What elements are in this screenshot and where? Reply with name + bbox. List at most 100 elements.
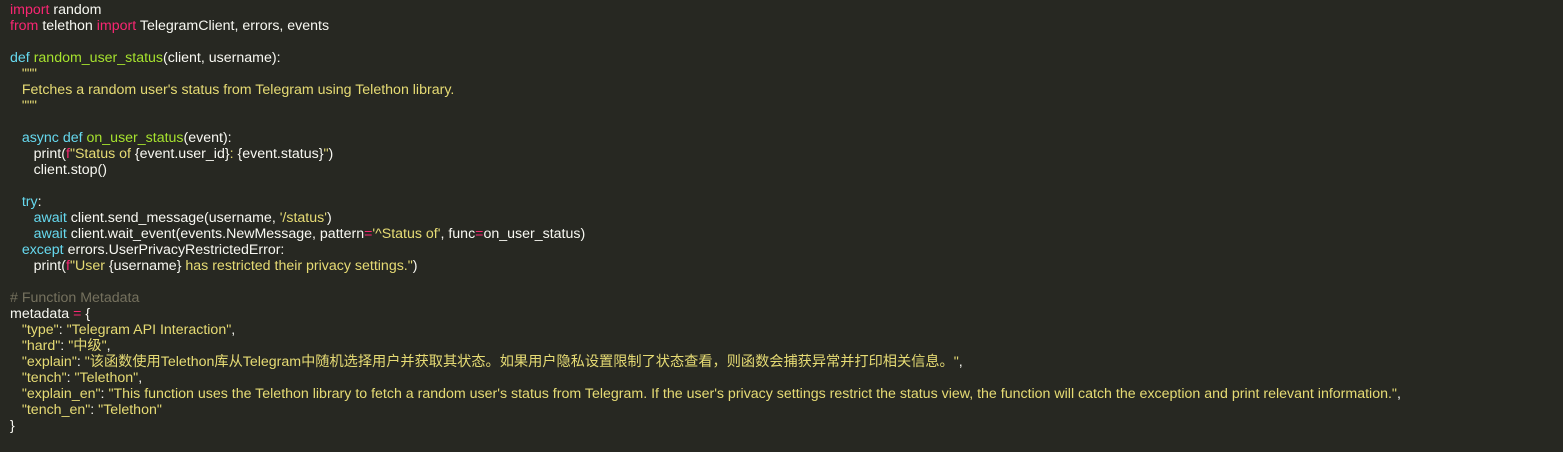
code-token: """ <box>10 66 37 82</box>
code-token: ) <box>412 258 418 274</box>
code-token: random_user_status <box>33 50 164 66</box>
code-token: import <box>10 2 50 18</box>
code-token: await <box>33 226 67 242</box>
code-token: random <box>49 2 102 18</box>
code-token: metadata <box>10 306 74 322</box>
code-token: "type" <box>21 322 59 338</box>
code-token: try <box>21 194 38 210</box>
code-token: "Telethon" <box>98 402 162 418</box>
code-token: , <box>106 338 111 354</box>
code-token: {username} <box>108 258 182 274</box>
code-token: "tench" <box>21 370 67 386</box>
code-line: Fetches a random user's status from Tele… <box>10 82 1563 98</box>
code-line: # Function Metadata <box>10 290 1563 306</box>
code-line: """ <box>10 98 1563 114</box>
code-token: "explain_en" <box>21 386 101 402</box>
code-line: "tench_en": "Telethon" <box>10 402 1563 418</box>
code-token: client.wait_event(events.NewMessage, pat… <box>66 226 365 242</box>
code-token: { <box>81 306 91 322</box>
code-token: on_user_status) <box>483 226 586 242</box>
code-line: async def on_user_status(event): <box>10 130 1563 146</box>
code-token: ) <box>326 210 332 226</box>
code-token: {event.status} <box>237 146 324 162</box>
code-token: def <box>10 50 30 66</box>
code-token: "User <box>69 258 109 274</box>
code-line: try: <box>10 194 1563 210</box>
code-line: await client.send_message(username, '/st… <box>10 210 1563 226</box>
code-token: } <box>10 418 15 434</box>
code-line: "tench": "Telethon", <box>10 370 1563 386</box>
code-token: "hard" <box>21 338 61 354</box>
code-token: print( <box>10 146 66 162</box>
code-token: print( <box>10 258 66 274</box>
code-token: telethon <box>38 18 97 34</box>
code-line: import random <box>10 2 1563 18</box>
code-token: , <box>1396 386 1401 402</box>
code-token: TelegramClient, errors, events <box>136 18 330 34</box>
code-token: (client, username): <box>163 50 281 66</box>
code-line: print(f"User {username} has restricted t… <box>10 258 1563 274</box>
code-token: : <box>76 354 85 370</box>
code-token: Fetches a random user's status from Tele… <box>10 82 455 98</box>
code-token: # Function Metadata <box>10 290 140 306</box>
code-token: , <box>958 354 963 370</box>
code-token: client.send_message(username, <box>66 210 280 226</box>
code-line: print(f"Status of {event.user_id}: {even… <box>10 146 1563 162</box>
code-token: : <box>90 402 99 418</box>
code-token: , <box>138 370 143 386</box>
code-token: "该函数使用Telethon库从Telegram中随机选择用户并获取其状态。如果… <box>84 354 959 370</box>
code-line: "hard": "中级", <box>10 338 1563 354</box>
code-token: errors.UserPrivacyRestrictedError: <box>63 242 285 258</box>
code-line: """ <box>10 66 1563 82</box>
code-token: "中级" <box>68 338 107 354</box>
code-line: "type": "Telegram API Interaction", <box>10 322 1563 338</box>
code-line: client.stop() <box>10 162 1563 178</box>
code-token: """ <box>10 98 37 114</box>
code-token: ) <box>328 146 334 162</box>
code-token: : <box>66 370 75 386</box>
code-line: from telethon import TelegramClient, err… <box>10 18 1563 34</box>
code-token: "tench_en" <box>21 402 91 418</box>
code-token: has restricted their privacy settings." <box>181 258 413 274</box>
code-token: : <box>37 194 42 210</box>
code-token: "Telethon" <box>74 370 139 386</box>
code-token: , func <box>440 226 476 242</box>
code-token: on_user_status <box>86 130 184 146</box>
code-editor[interactable]: import random from telethon import Telegr… <box>0 0 1563 452</box>
code-token: "This function uses the Telethon library… <box>108 386 1397 402</box>
code-line: await client.wait_event(events.NewMessag… <box>10 226 1563 242</box>
code-line: metadata = { <box>10 306 1563 322</box>
code-token: await <box>33 210 67 226</box>
code-token: import <box>96 18 137 34</box>
code-token: from <box>10 18 39 34</box>
code-token: '/status' <box>279 210 327 226</box>
code-token: client.stop() <box>10 162 107 178</box>
code-token: , <box>231 322 236 338</box>
code-line: def random_user_status(client, username)… <box>10 50 1563 66</box>
code-token: {event.user_id} <box>134 146 230 162</box>
code-token: (event): <box>183 130 232 146</box>
code-token: "Telegram API Interaction" <box>66 322 232 338</box>
code-token: : <box>58 322 67 338</box>
code-line: "explain": "该函数使用Telethon库从Telegram中随机选择… <box>10 354 1563 370</box>
code-token: except <box>21 242 64 258</box>
code-token: "explain" <box>21 354 77 370</box>
code-token: async def <box>21 130 83 146</box>
code-token: "Status of <box>69 146 135 162</box>
code-line: } <box>10 418 1563 434</box>
code-line: "explain_en": "This function uses the Te… <box>10 386 1563 402</box>
